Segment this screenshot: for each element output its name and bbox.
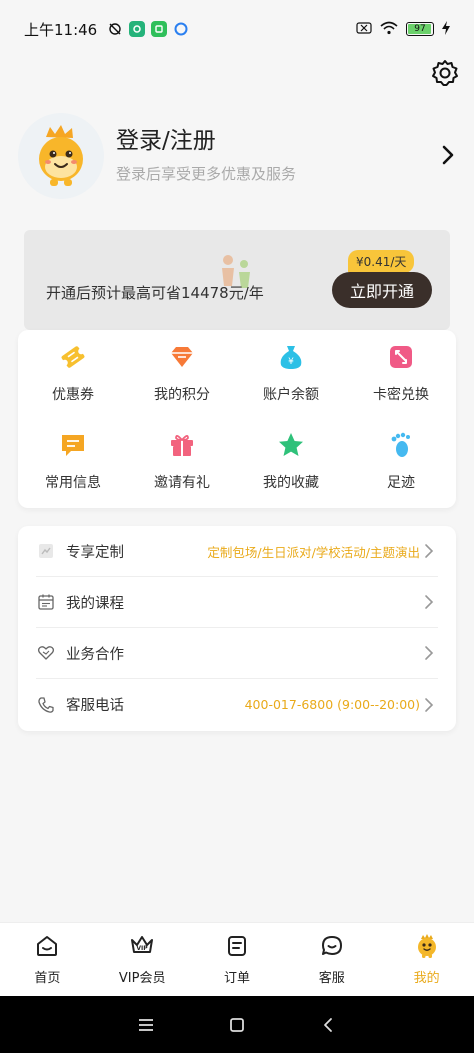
charging-icon	[442, 20, 450, 38]
tab-label: 客服	[318, 971, 345, 986]
tab-orders[interactable]: 订单	[190, 923, 285, 996]
grid-item-label: 足迹	[387, 475, 415, 491]
grid-item-label: 账户余额	[263, 387, 319, 403]
menu-item-label: 业务合作	[66, 646, 124, 663]
chat-icon	[319, 933, 345, 959]
menu-item-value: 400-017-6800 (9:00--20:00)	[244, 697, 420, 712]
menu-item-hotline[interactable]: 客服电话 400-017-6800 (9:00--20:00)	[36, 679, 438, 730]
menu-item-custom[interactable]: 专享定制 定制包场/生日派对/学校活动/主题演出	[36, 526, 438, 577]
moneybag-icon: ¥	[276, 342, 306, 372]
footprint-icon	[386, 430, 416, 460]
chevron-right-icon	[424, 697, 438, 713]
sim-off-icon	[356, 21, 372, 37]
tab-mine[interactable]: 我的	[379, 923, 474, 996]
menu-nav-button[interactable]	[134, 1013, 158, 1037]
quick-actions-card: 优惠券 我的积分 ¥ 账户余额 卡密兑换 常用信息 邀请有礼 我的收藏 足迹	[18, 330, 456, 508]
svg-text:¥: ¥	[288, 357, 294, 367]
menu-item-label: 客服电话	[66, 698, 124, 714]
alarm-off-icon	[107, 21, 123, 37]
crown-icon: VIP	[129, 933, 155, 959]
square-icon	[230, 1017, 244, 1032]
heart-handshake-icon	[36, 643, 56, 663]
tab-label: 我的	[413, 971, 440, 986]
tab-service[interactable]: 客服	[284, 923, 379, 996]
menu-item-courses[interactable]: 我的课程	[36, 577, 438, 628]
menu-list-card: 专享定制 定制包场/生日派对/学校活动/主题演出 我的课程 业务合作 客服电话 …	[18, 526, 456, 731]
menu-item-cooperation[interactable]: 业务合作	[36, 628, 438, 679]
login-register-title[interactable]: 登录/注册	[116, 121, 216, 155]
diamond-icon	[167, 342, 197, 372]
chevron-right-icon	[424, 594, 438, 610]
grid-item-label: 我的收藏	[263, 475, 319, 491]
home-nav-button[interactable]	[225, 1013, 249, 1037]
login-subtitle: 登录后享受更多优惠及服务	[116, 165, 297, 183]
profile-header[interactable]: 登录/注册 登录后享受更多优惠及服务	[18, 113, 458, 203]
exchange-card-icon	[386, 342, 416, 372]
status-bar: 上午11:46 97	[0, 0, 474, 58]
activate-vip-button[interactable]: 立即开通	[332, 272, 432, 308]
coupon-icon	[58, 342, 88, 372]
grid-item-invite[interactable]: 邀请有礼	[127, 418, 237, 498]
grid-item-points[interactable]: 我的积分	[127, 330, 237, 410]
grid-item-label: 常用信息	[45, 475, 101, 491]
star-icon	[276, 430, 306, 460]
app-notification-icon	[129, 21, 146, 37]
hamburger-icon	[138, 1018, 153, 1031]
system-nav-bar	[0, 996, 474, 1053]
bottom-tab-bar: 首页 VIP VIP会员 订单 客服 我的	[0, 922, 474, 996]
chevron-right-icon	[424, 543, 438, 559]
menu-item-value: 定制包场/生日派对/学校活动/主题演出	[207, 544, 420, 560]
calendar-icon	[36, 592, 56, 612]
grid-item-card-exchange[interactable]: 卡密兑换	[346, 330, 456, 410]
back-arrow-icon	[324, 1017, 333, 1032]
mascot-icon	[414, 933, 440, 959]
avatar[interactable]	[18, 113, 104, 199]
grid-item-info[interactable]: 常用信息	[18, 418, 128, 498]
chevron-right-icon	[424, 645, 438, 661]
tab-label: 订单	[223, 971, 250, 986]
svg-text:VIP: VIP	[137, 945, 149, 952]
app-notification-icon	[151, 21, 168, 37]
grid-item-coupon[interactable]: 优惠券	[18, 330, 128, 410]
wifi-icon	[380, 21, 398, 38]
tab-vip[interactable]: VIP VIP会员	[95, 923, 190, 996]
back-nav-button[interactable]	[316, 1013, 340, 1037]
vip-savings-text: 开通后预计最高可省14478元/年	[46, 284, 264, 302]
settings-button[interactable]	[428, 56, 462, 90]
grid-item-label: 我的积分	[154, 387, 210, 403]
order-icon	[224, 933, 250, 959]
menu-item-label: 专享定制	[66, 544, 124, 561]
status-time: 上午11:46	[24, 20, 98, 39]
gear-icon	[432, 60, 458, 86]
grid-item-label: 卡密兑换	[373, 387, 429, 403]
grid-item-favorites[interactable]: 我的收藏	[236, 418, 346, 498]
tab-label: VIP会员	[118, 971, 166, 986]
tab-label: 首页	[34, 971, 61, 986]
custom-icon	[36, 541, 56, 561]
grid-item-balance[interactable]: ¥ 账户余额	[236, 330, 346, 410]
message-icon	[58, 430, 88, 460]
mascot-avatar-icon	[39, 125, 83, 186]
grid-item-label: 邀请有礼	[154, 475, 210, 491]
menu-item-label: 我的课程	[66, 595, 124, 612]
browser-notification-icon	[173, 21, 189, 37]
vip-banner[interactable]: 开通后预计最高可省14478元/年 ¥0.41/天 立即开通	[24, 230, 450, 330]
grid-item-footprint[interactable]: 足迹	[346, 418, 456, 498]
chevron-right-icon[interactable]	[438, 143, 458, 167]
battery-icon: 97	[406, 22, 434, 36]
vip-price-tag: ¥0.41/天	[348, 250, 415, 273]
tab-home[interactable]: 首页	[0, 923, 95, 996]
gift-icon	[167, 430, 197, 460]
home-icon	[34, 933, 60, 959]
phone-icon	[36, 695, 56, 715]
grid-item-label: 优惠券	[52, 387, 94, 403]
